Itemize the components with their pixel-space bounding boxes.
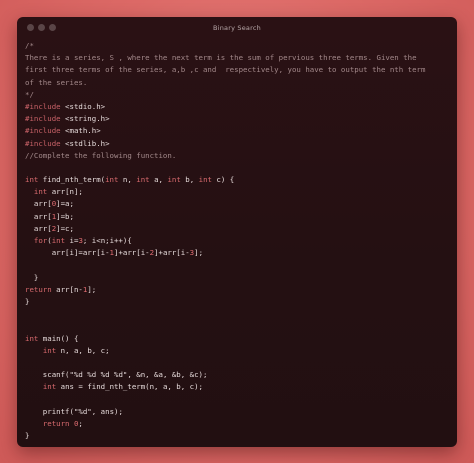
code-line: first three terms of the series, a,b ,c … — [25, 65, 426, 75]
maximize-dot-icon[interactable] — [49, 24, 56, 31]
close-dot-icon[interactable] — [27, 24, 34, 31]
code-line: arr[1]=b; — [25, 211, 74, 221]
code-line: There is a series, S , where the next te… — [25, 53, 417, 63]
code-line: #include <string.h> — [25, 114, 110, 124]
code-line: } — [25, 272, 39, 282]
code-line: arr[i]=arr[i-1]+arr[i-2]+arr[i-3]; — [25, 248, 204, 258]
code-window: Binary Search /* There is a series, S , w… — [17, 17, 457, 447]
title-bar: Binary Search — [17, 17, 457, 39]
code-line: /* — [25, 41, 34, 50]
code-line: return arr[n-1]; — [25, 284, 97, 294]
code-editor: /* There is a series, S , where the next … — [25, 40, 449, 442]
code-line: #include <stdio.h> — [25, 101, 106, 111]
window-controls — [27, 24, 56, 31]
code-line: for(int i=3; i<n;i++){ — [33, 236, 132, 245]
code-line: int ans = find_nth_term(n, a, b, c); — [42, 382, 204, 392]
code-line: of the series. — [25, 77, 88, 87]
code-line: printf("%d", ans); — [25, 406, 123, 416]
code-line: #include <math.h> — [25, 126, 101, 136]
code-line: int n, a, b, c; — [42, 345, 110, 355]
window-title: Binary Search — [213, 24, 261, 32]
code-line: scanf("%d %d %d %d", &n, &a, &b, &c); — [25, 370, 208, 380]
code-line: //Complete the following function. — [25, 150, 177, 160]
minimize-dot-icon[interactable] — [38, 24, 45, 31]
code-line: #include <stdlib.h> — [25, 138, 110, 148]
code-line: return 0; — [42, 418, 83, 428]
code-line: int main() { — [25, 333, 79, 343]
code-line: int arr[n]; — [33, 187, 83, 197]
code-line: } — [25, 296, 30, 306]
code-line: */ — [25, 89, 34, 99]
code-line: } — [25, 431, 30, 440]
code-line: int find_nth_term(int n, int a, int b, i… — [25, 175, 235, 185]
code-line: arr[0]=a; — [25, 199, 74, 209]
code-line: arr[2]=c; — [25, 223, 74, 233]
